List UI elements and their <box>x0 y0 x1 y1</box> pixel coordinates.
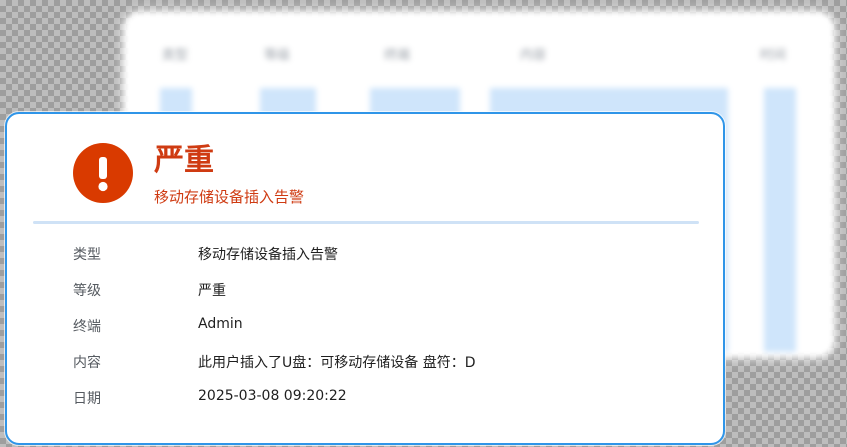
detail-value: 2025-03-08 09:20:22 <box>198 388 347 404</box>
background-table-header-type: 类型 <box>162 48 189 63</box>
detail-label: 内容 <box>73 355 101 371</box>
detail-row-level: 等级 严重 <box>7 274 723 310</box>
background-table-header-content: 内容 <box>520 48 547 63</box>
exclamation-icon <box>73 143 133 203</box>
detail-value: Admin <box>198 316 243 332</box>
alert-details: 类型 移动存储设备插入告警 等级 严重 终端 Admin 内容 此用户插入了U盘… <box>7 238 723 418</box>
header-divider <box>33 221 699 224</box>
detail-label: 等级 <box>73 283 101 299</box>
exclamation-icon-glyph <box>98 157 108 192</box>
alert-subtitle: 移动存储设备插入告警 <box>154 188 305 206</box>
detail-label: 类型 <box>73 247 101 263</box>
detail-value: 严重 <box>198 283 226 299</box>
detail-value: 此用户插入了U盘：可移动存储设备 盘符：D <box>198 355 476 371</box>
background-table-column-cells <box>764 88 796 352</box>
detail-row-date: 日期 2025-03-08 09:20:22 <box>7 382 723 418</box>
detail-label: 日期 <box>73 391 101 407</box>
detail-value: 移动存储设备插入告警 <box>198 247 338 263</box>
background-table-header-time: 时间 <box>760 48 787 63</box>
background-table-header-terminal: 终端 <box>384 48 411 63</box>
detail-label: 终端 <box>73 319 101 335</box>
alert-severity-title: 严重 <box>154 143 214 178</box>
alert-dialog: 严重 移动存储设备插入告警 类型 移动存储设备插入告警 等级 严重 终端 Adm… <box>5 112 725 445</box>
background-table-header-level: 等级 <box>264 48 291 63</box>
detail-row-terminal: 终端 Admin <box>7 310 723 346</box>
detail-row-type: 类型 移动存储设备插入告警 <box>7 238 723 274</box>
detail-row-content: 内容 此用户插入了U盘：可移动存储设备 盘符：D <box>7 346 723 382</box>
